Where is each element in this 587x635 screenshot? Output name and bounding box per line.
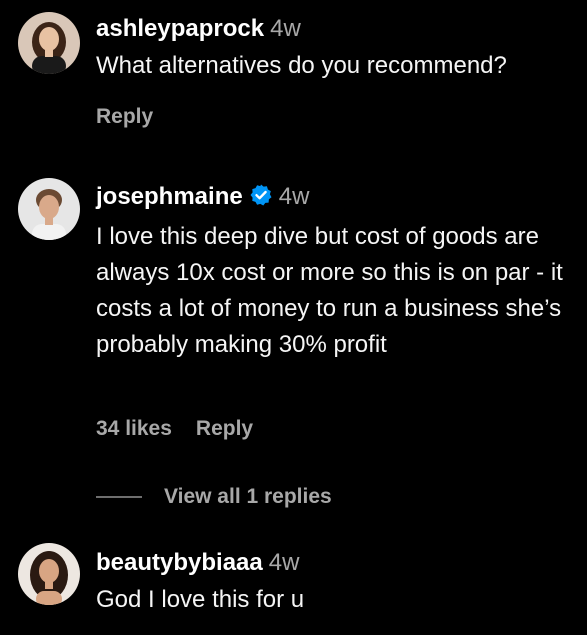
view-replies-button[interactable]: View all 1 replies bbox=[96, 484, 332, 510]
likes-count[interactable]: 34 likes bbox=[96, 417, 172, 440]
timestamp[interactable]: 4w bbox=[269, 549, 300, 576]
username[interactable]: ashleypaprock bbox=[96, 15, 264, 42]
username[interactable]: beautybybiaaa bbox=[96, 549, 263, 576]
comment-header: beautybybiaaa 4w bbox=[96, 548, 577, 578]
comment-text: What alternatives do you recommend? bbox=[96, 52, 507, 79]
comment-actions: 34 likes Reply bbox=[96, 416, 253, 442]
avatar[interactable] bbox=[18, 543, 80, 605]
comment-text: I love this deep dive but cost of goods … bbox=[96, 223, 563, 358]
timestamp[interactable]: 4w bbox=[270, 15, 301, 42]
comment-header: josephmaine 4w bbox=[96, 182, 577, 215]
verified-badge-icon bbox=[249, 183, 273, 215]
divider-line bbox=[96, 496, 142, 498]
comment-actions: Reply bbox=[96, 104, 153, 130]
timestamp[interactable]: 4w bbox=[279, 183, 310, 210]
comment-text: God I love this for u bbox=[96, 586, 305, 613]
reply-button[interactable]: Reply bbox=[96, 105, 153, 128]
avatar[interactable] bbox=[18, 178, 80, 240]
avatar[interactable] bbox=[18, 12, 80, 74]
reply-button[interactable]: Reply bbox=[196, 417, 253, 440]
comment-header: ashleypaprock 4w bbox=[96, 14, 577, 44]
username[interactable]: josephmaine bbox=[96, 183, 243, 210]
view-replies-label: View all 1 replies bbox=[164, 485, 332, 508]
